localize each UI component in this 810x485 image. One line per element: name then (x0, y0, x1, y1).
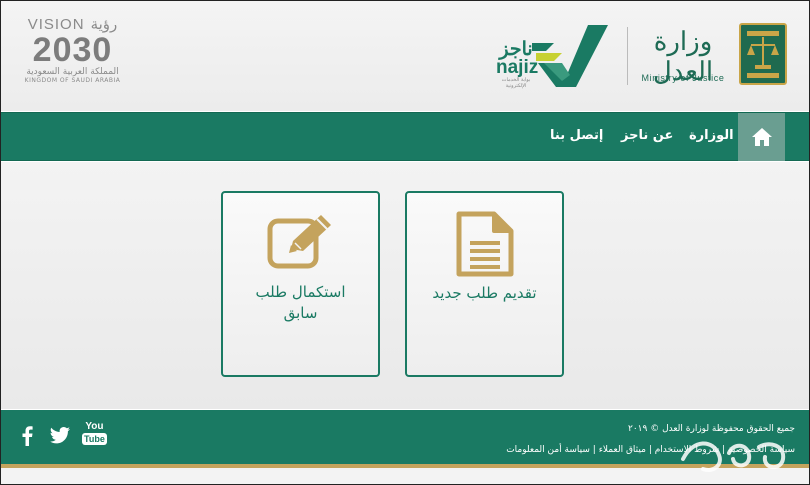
main-content: تقديم طلب جديد استكمال طلب سابق (1, 162, 809, 409)
ministry-english-name: Ministry of Justice (641, 73, 725, 83)
vision-country: KINGDOM OF SAUDI ARABIA (24, 77, 121, 84)
edit-icon (267, 215, 331, 269)
complete-request-label-line1: استكمال طلب (255, 283, 346, 301)
nav-item-ministry[interactable]: الوزارة (689, 128, 734, 143)
vision-watermark-icon (673, 429, 793, 485)
twitter-icon[interactable] (50, 427, 70, 448)
youtube-icon[interactable]: You Tube (82, 422, 107, 445)
nav-item-about-najiz[interactable]: عن ناجز (621, 128, 673, 143)
header: VISION رؤية 2030 المملكة العربية السعودية… (1, 1, 809, 111)
ministry-emblem-icon (739, 23, 787, 85)
home-icon (751, 128, 772, 146)
najiz-logo[interactable]: ناجز najiz بوابة الخدمات الإلكترونية (496, 23, 608, 89)
complete-request-label-line2: سابق (283, 304, 318, 322)
vision-arabic-country: المملكة العربية السعودية (26, 67, 119, 77)
najiz-tagline: بوابة الخدمات الإلكترونية (501, 77, 531, 89)
vision-2030-logo: VISION رؤية 2030 المملكة العربية السعودية… (15, 15, 130, 95)
main-navigation: الوزارة عن ناجز إتصل بنا (1, 112, 809, 161)
customer-charter-link[interactable]: ميثاق العملاء (599, 445, 646, 455)
facebook-icon[interactable] (21, 426, 33, 450)
information-security-policy-link[interactable]: سياسة أمن المعلومات (506, 445, 590, 455)
home-button[interactable] (738, 113, 785, 161)
new-request-card[interactable]: تقديم طلب جديد (405, 191, 564, 377)
najiz-checkmark-icon (532, 25, 608, 87)
complete-previous-request-card[interactable]: استكمال طلب سابق (221, 191, 380, 377)
new-request-label: تقديم طلب جديد (432, 284, 537, 302)
vision-year: 2030 (32, 31, 113, 69)
ministry-of-justice-logo[interactable]: وزارة العدل Ministry of Justice (627, 23, 787, 89)
document-icon (456, 211, 513, 277)
nav-item-contact-us[interactable]: إتصل بنا (550, 128, 603, 143)
